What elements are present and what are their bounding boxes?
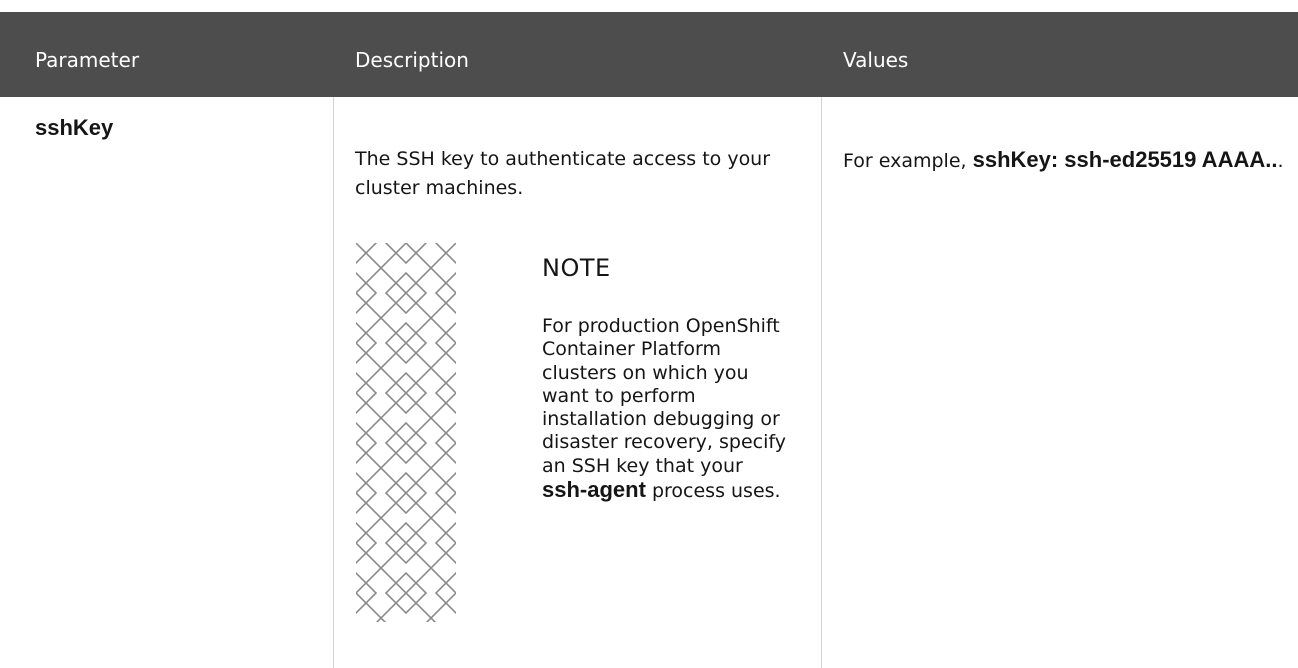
values-prefix: For example, (843, 150, 973, 172)
note-pattern-icon (356, 243, 456, 622)
parameter-description: The SSH key to authenticate access to yo… (355, 148, 771, 199)
header-parameter: Parameter (35, 48, 140, 72)
header-values: Values (843, 48, 909, 72)
note-text-after: process uses. (645, 480, 781, 503)
note-body: For production OpenShift Container Platf… (542, 315, 792, 503)
parameter-name: sshKey (35, 115, 114, 140)
parameter-values: For example, sshKey: ssh-ed25519 AAAA... (843, 145, 1293, 176)
note-code: ssh-agent (542, 477, 646, 503)
column-divider (333, 97, 334, 668)
header-description: Description (355, 48, 469, 72)
column-divider (821, 97, 822, 668)
note-text-before: For production OpenShift Container Platf… (542, 315, 786, 477)
note-title: NOTE (542, 254, 611, 282)
values-code: sshKey: ssh-ed25519 AAAA.. (972, 147, 1278, 172)
table-header: Parameter Description Values (0, 12, 1298, 97)
values-suffix: . (1277, 150, 1284, 172)
